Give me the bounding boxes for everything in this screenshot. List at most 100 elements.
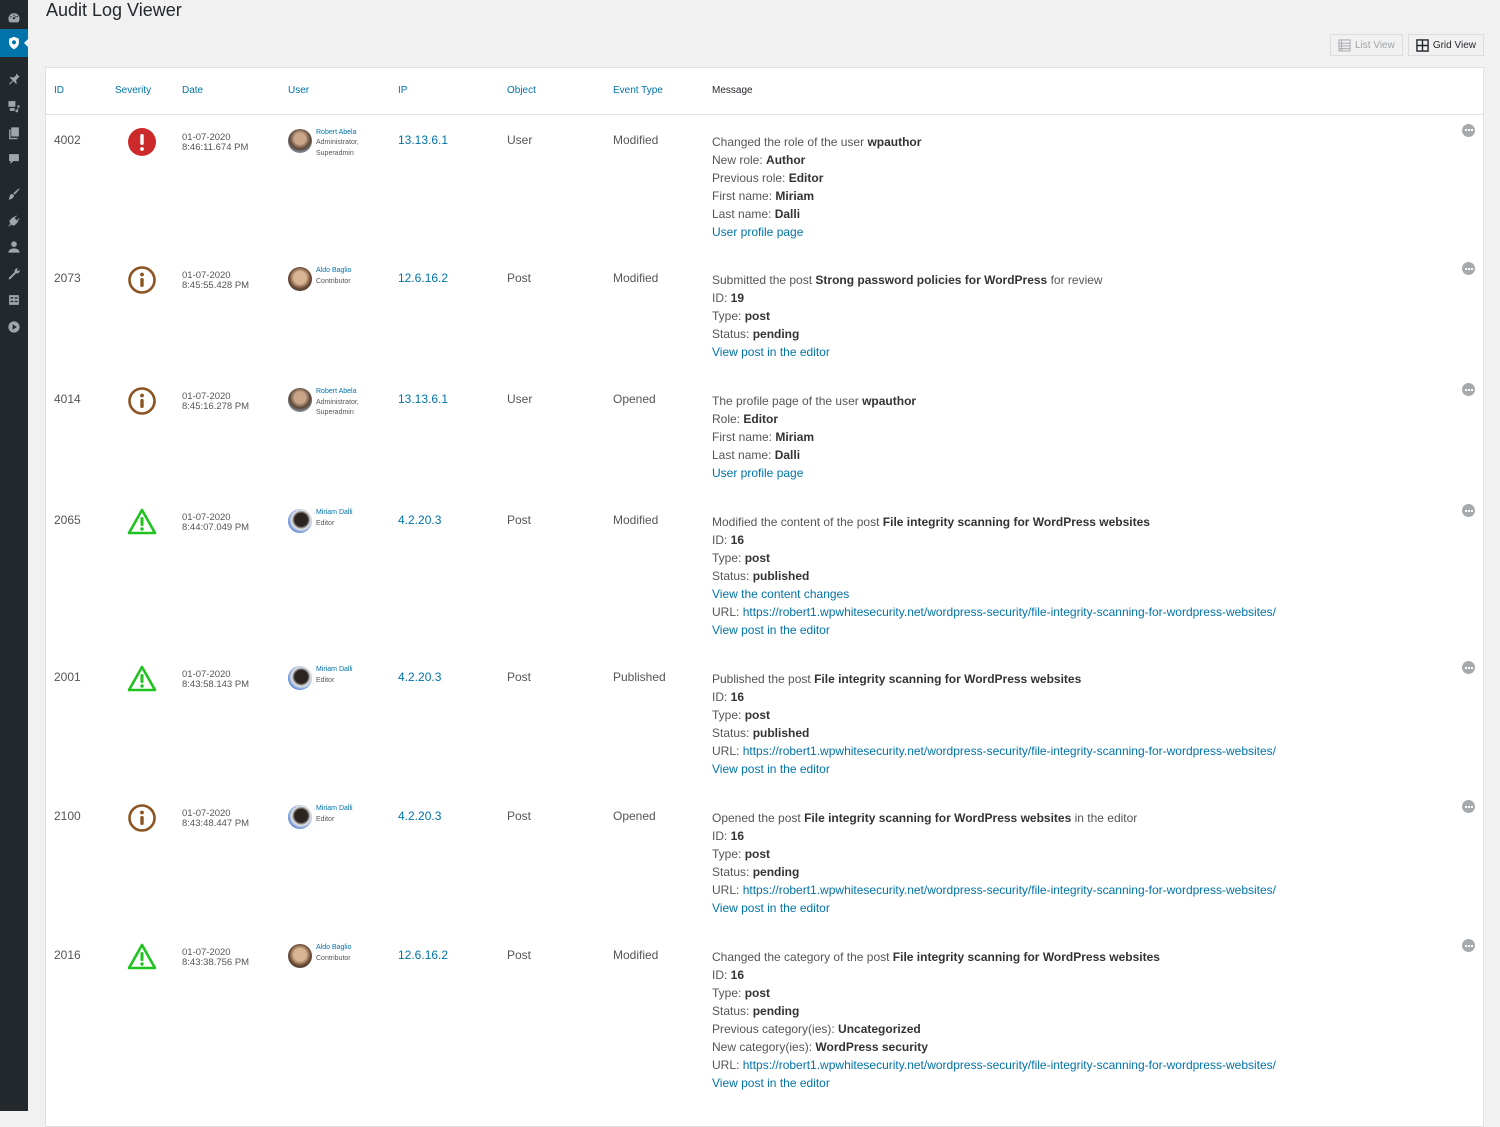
ip-link[interactable]: 4.2.20.3 bbox=[398, 670, 441, 684]
user-cell: Aldo Baglio Contributor bbox=[280, 253, 390, 374]
ip-link[interactable]: 12.6.16.2 bbox=[398, 271, 448, 285]
event-id: 2016 bbox=[54, 948, 81, 962]
message-value: pending bbox=[752, 1004, 800, 1018]
table-row[interactable]: 2016 01-07-2020 8:43:38.756 PM Aldo Baglio C… bbox=[46, 930, 1483, 1092]
message-url-link[interactable]: https://robert1.wpwhitesecurity.net/word… bbox=[743, 605, 1276, 619]
message-value: pending bbox=[752, 327, 800, 341]
severity-cell bbox=[107, 114, 174, 253]
column-header-event-type[interactable]: Event Type bbox=[605, 68, 704, 115]
pin-icon[interactable] bbox=[0, 67, 28, 91]
message-value: File integrity scanning for WordPress we… bbox=[892, 950, 1160, 964]
time-value: 8:45:16.278 PM bbox=[182, 401, 250, 412]
table-row[interactable]: 4002 01-07-2020 8:46:11.674 PM Robert Abela… bbox=[46, 114, 1483, 253]
message-url-link[interactable]: https://robert1.wpwhitesecurity.net/word… bbox=[743, 883, 1276, 897]
message-line: New category(ies): WordPress security bbox=[712, 1038, 1443, 1056]
user-name-link[interactable]: Aldo Baglio bbox=[316, 943, 351, 954]
event-type: Modified bbox=[613, 271, 659, 285]
column-header-severity[interactable]: Severity bbox=[107, 68, 174, 115]
user-details: Aldo Baglio Contributor bbox=[316, 266, 351, 287]
message-value: post bbox=[744, 551, 771, 565]
message-link[interactable]: View post in the editor bbox=[712, 899, 1443, 917]
grid-view-button[interactable]: Grid View bbox=[1407, 34, 1484, 56]
message-line: Status: pending bbox=[712, 325, 1443, 343]
shield-icon[interactable] bbox=[0, 29, 29, 57]
user-name-link[interactable]: Robert Abela bbox=[316, 128, 359, 139]
user-name-link[interactable]: Miriam Dalli bbox=[316, 508, 353, 519]
user-role: Administrator, bbox=[316, 398, 359, 406]
play-icon[interactable] bbox=[0, 315, 28, 339]
settings-icon[interactable] bbox=[0, 288, 28, 312]
user-details: Aldo Baglio Contributor bbox=[316, 943, 351, 964]
table-row[interactable]: 2065 01-07-2020 8:44:07.049 PM Miriam Dalli… bbox=[46, 495, 1483, 652]
more-details-button[interactable] bbox=[1462, 383, 1475, 396]
event-type: Modified bbox=[613, 132, 659, 147]
more-details-button[interactable] bbox=[1462, 262, 1475, 275]
message-label: New role: bbox=[712, 152, 767, 167]
message-value: post bbox=[744, 847, 771, 861]
user-name-link[interactable]: Robert Abela bbox=[316, 387, 359, 398]
table-row[interactable]: 2073 01-07-2020 8:45:55.428 PM Aldo Baglio C… bbox=[46, 253, 1483, 374]
ip-link[interactable]: 4.2.20.3 bbox=[398, 809, 441, 823]
date-time: 01-07-2020 8:44:07.049 PM bbox=[182, 513, 280, 533]
more-details-button[interactable] bbox=[1462, 123, 1475, 137]
column-header-id[interactable]: ID bbox=[46, 68, 107, 115]
message-url-link[interactable]: https://robert1.wpwhitesecurity.net/word… bbox=[743, 744, 1276, 758]
tools-icon[interactable] bbox=[0, 262, 28, 286]
message-link[interactable]: View post in the editor bbox=[712, 1074, 1443, 1092]
appearance-icon[interactable] bbox=[0, 182, 28, 206]
message-link[interactable]: User profile page bbox=[712, 223, 1443, 241]
more-details-button[interactable] bbox=[1462, 800, 1475, 813]
media-icon[interactable] bbox=[0, 94, 28, 118]
more-details-button[interactable] bbox=[1462, 661, 1475, 674]
comments-icon[interactable] bbox=[0, 147, 28, 171]
list-view-button[interactable]: List View bbox=[1329, 34, 1403, 56]
message-label: URL: bbox=[712, 744, 743, 758]
table-row[interactable]: 4014 01-07-2020 8:45:16.278 PM Robert Abela… bbox=[46, 374, 1483, 495]
column-header-user[interactable]: User bbox=[280, 68, 390, 115]
date-time: 01-07-2020 8:43:48.447 PM bbox=[182, 809, 280, 829]
plugins-icon[interactable] bbox=[0, 209, 28, 233]
user-name-link[interactable]: Miriam Dalli bbox=[316, 804, 353, 815]
actions-cell bbox=[1443, 253, 1483, 374]
user-name-link[interactable]: Miriam Dalli bbox=[316, 665, 353, 676]
table-row[interactable]: 2001 01-07-2020 8:43:58.143 PM Miriam Dalli… bbox=[46, 652, 1483, 791]
column-header-ip[interactable]: IP bbox=[390, 68, 499, 115]
message-suffix: for review bbox=[1047, 273, 1103, 287]
message-link[interactable]: User profile page bbox=[712, 464, 1443, 482]
message-value: Dalli bbox=[774, 448, 801, 462]
severity-cell bbox=[107, 791, 174, 930]
ip-link[interactable]: 13.13.6.1 bbox=[398, 133, 448, 147]
time-value: 8:43:48.447 PM bbox=[182, 818, 250, 829]
message-line: ID: 16 bbox=[712, 827, 1443, 845]
pages-icon[interactable] bbox=[0, 121, 28, 145]
message-link[interactable]: View the content changes bbox=[712, 585, 1443, 603]
message-link[interactable]: View post in the editor bbox=[712, 621, 1443, 639]
message-line: Type: post bbox=[712, 706, 1443, 724]
severity-cell bbox=[107, 253, 174, 374]
message-url-link[interactable]: https://robert1.wpwhitesecurity.net/word… bbox=[743, 1058, 1276, 1072]
message-label: Last name: bbox=[712, 206, 775, 221]
ip-link[interactable]: 12.6.16.2 bbox=[398, 948, 448, 962]
ip-link[interactable]: 4.2.20.3 bbox=[398, 513, 441, 527]
message-line: Modified the content of the post File in… bbox=[712, 513, 1443, 531]
user-name-link[interactable]: Aldo Baglio bbox=[316, 266, 351, 277]
message-line: Status: pending bbox=[712, 1002, 1443, 1020]
list-view-icon bbox=[1338, 38, 1351, 52]
table-row[interactable]: 2100 01-07-2020 8:43:48.447 PM Miriam Dalli… bbox=[46, 791, 1483, 930]
more-details-button[interactable] bbox=[1462, 504, 1475, 517]
message-link[interactable]: View post in the editor bbox=[712, 760, 1443, 778]
admin-sidebar bbox=[0, 0, 29, 1111]
message-link[interactable]: View post in the editor bbox=[712, 343, 1443, 361]
users-icon[interactable] bbox=[0, 235, 28, 259]
message-line: Type: post bbox=[712, 984, 1443, 1002]
column-header-object[interactable]: Object bbox=[499, 68, 605, 115]
event-id: 2100 bbox=[54, 809, 81, 823]
ip-cell: 12.6.16.2 bbox=[390, 930, 499, 1092]
more-details-button[interactable] bbox=[1462, 939, 1475, 952]
ip-link[interactable]: 13.13.6.1 bbox=[398, 392, 448, 406]
message-value: Editor bbox=[743, 412, 779, 426]
message-line: URL: https://robert1.wpwhitesecurity.net… bbox=[712, 881, 1443, 899]
avatar bbox=[288, 509, 312, 533]
column-header-date[interactable]: Date bbox=[174, 68, 280, 115]
dashboard-icon[interactable] bbox=[0, 6, 28, 30]
